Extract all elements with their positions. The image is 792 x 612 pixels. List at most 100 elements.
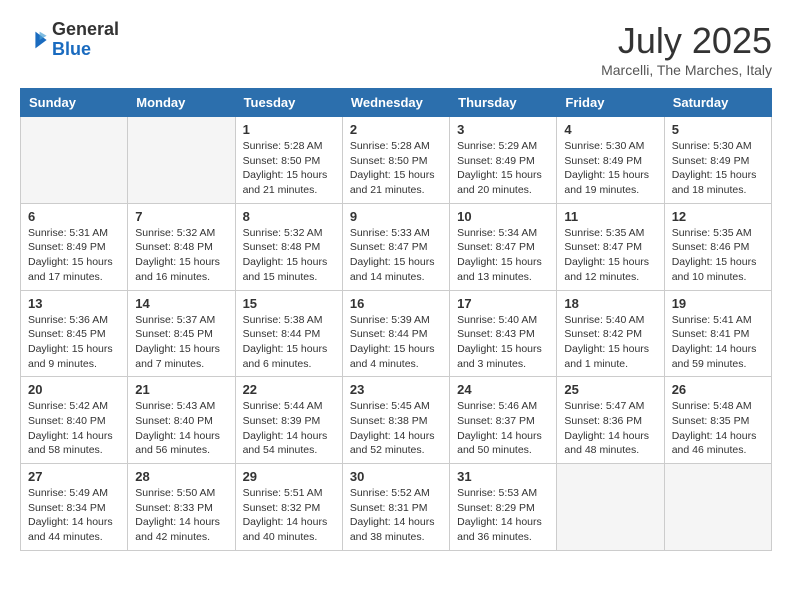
calendar-cell: 1 Sunrise: 5:28 AMSunset: 8:50 PMDaylight… [235, 117, 342, 204]
calendar-cell: 16 Sunrise: 5:39 AMSunset: 8:44 PMDayligh… [342, 290, 449, 377]
day-info: Sunrise: 5:40 AMSunset: 8:42 PMDaylight:… [564, 313, 656, 372]
calendar-cell [664, 464, 771, 551]
day-number: 5 [672, 122, 764, 137]
day-number: 25 [564, 382, 656, 397]
calendar-cell: 7Sunrise: 5:32 AMSunset: 8:48 PMDaylight… [128, 203, 235, 290]
day-info: Sunrise: 5:52 AMSunset: 8:31 PMDaylight:… [350, 486, 442, 545]
day-info: Sunrise: 5:49 AMSunset: 8:34 PMDaylight:… [28, 486, 120, 545]
day-number: 28 [135, 469, 227, 484]
day-info: Sunrise: 5:42 AMSunset: 8:40 PMDaylight:… [28, 399, 120, 458]
day-number: 6 [28, 209, 120, 224]
day-info: Sunrise: 5:31 AMSunset: 8:49 PMDaylight:… [28, 226, 120, 285]
calendar-cell: 13Sunrise: 5:36 AMSunset: 8:45 PMDayligh… [21, 290, 128, 377]
calendar-cell [557, 464, 664, 551]
calendar-cell: 23 Sunrise: 5:45 AMSunset: 8:38 PMDayligh… [342, 377, 449, 464]
day-number: 31 [457, 469, 549, 484]
day-number: 16 [350, 296, 442, 311]
calendar-cell: 4 Sunrise: 5:30 AMSunset: 8:49 PMDaylight… [557, 117, 664, 204]
calendar-cell: 28 Sunrise: 5:50 AMSunset: 8:33 PMDayligh… [128, 464, 235, 551]
day-number: 10 [457, 209, 549, 224]
weekday-header-row: SundayMondayTuesdayWednesdayThursdayFrid… [21, 89, 772, 117]
day-info: Sunrise: 5:39 AMSunset: 8:44 PMDaylight:… [350, 313, 442, 372]
calendar-cell: 25 Sunrise: 5:47 AMSunset: 8:36 PMDayligh… [557, 377, 664, 464]
day-info: Sunrise: 5:30 AMSunset: 8:49 PMDaylight:… [564, 139, 656, 198]
title-block: July 2025 Marcelli, The Marches, Italy [601, 20, 772, 78]
weekday-header: Monday [128, 89, 235, 117]
calendar-cell: 19 Sunrise: 5:41 AMSunset: 8:41 PMDayligh… [664, 290, 771, 377]
day-number: 20 [28, 382, 120, 397]
day-number: 30 [350, 469, 442, 484]
calendar-cell [21, 117, 128, 204]
calendar-week-row: 20 Sunrise: 5:42 AMSunset: 8:40 PMDayligh… [21, 377, 772, 464]
calendar-cell: 9 Sunrise: 5:33 AMSunset: 8:47 PMDaylight… [342, 203, 449, 290]
day-number: 9 [350, 209, 442, 224]
day-info: Sunrise: 5:45 AMSunset: 8:38 PMDaylight:… [350, 399, 442, 458]
day-info: Sunrise: 5:47 AMSunset: 8:36 PMDaylight:… [564, 399, 656, 458]
day-number: 27 [28, 469, 120, 484]
day-info: Sunrise: 5:50 AMSunset: 8:33 PMDaylight:… [135, 486, 227, 545]
calendar-cell: 15Sunrise: 5:38 AMSunset: 8:44 PMDayligh… [235, 290, 342, 377]
calendar-cell: 14 Sunrise: 5:37 AMSunset: 8:45 PMDayligh… [128, 290, 235, 377]
calendar-cell: 17 Sunrise: 5:40 AMSunset: 8:43 PMDayligh… [450, 290, 557, 377]
day-number: 19 [672, 296, 764, 311]
calendar-week-row: 13Sunrise: 5:36 AMSunset: 8:45 PMDayligh… [21, 290, 772, 377]
calendar-cell: 20 Sunrise: 5:42 AMSunset: 8:40 PMDayligh… [21, 377, 128, 464]
day-info: Sunrise: 5:53 AMSunset: 8:29 PMDaylight:… [457, 486, 549, 545]
day-number: 26 [672, 382, 764, 397]
calendar-cell: 12Sunrise: 5:35 AMSunset: 8:46 PMDayligh… [664, 203, 771, 290]
day-number: 4 [564, 122, 656, 137]
logo-text: General Blue [52, 20, 119, 60]
day-info: Sunrise: 5:30 AMSunset: 8:49 PMDaylight:… [672, 139, 764, 198]
day-info: Sunrise: 5:29 AMSunset: 8:49 PMDaylight:… [457, 139, 549, 198]
day-number: 11 [564, 209, 656, 224]
day-number: 12 [672, 209, 764, 224]
day-number: 29 [243, 469, 335, 484]
day-number: 3 [457, 122, 549, 137]
day-number: 14 [135, 296, 227, 311]
logo: General Blue [20, 20, 119, 60]
day-info: Sunrise: 5:36 AMSunset: 8:45 PMDaylight:… [28, 313, 120, 372]
weekday-header: Sunday [21, 89, 128, 117]
day-info: Sunrise: 5:40 AMSunset: 8:43 PMDaylight:… [457, 313, 549, 372]
day-info: Sunrise: 5:48 AMSunset: 8:35 PMDaylight:… [672, 399, 764, 458]
day-number: 2 [350, 122, 442, 137]
weekday-header: Wednesday [342, 89, 449, 117]
day-info: Sunrise: 5:37 AMSunset: 8:45 PMDaylight:… [135, 313, 227, 372]
day-number: 22 [243, 382, 335, 397]
day-info: Sunrise: 5:41 AMSunset: 8:41 PMDaylight:… [672, 313, 764, 372]
calendar-cell: 27 Sunrise: 5:49 AMSunset: 8:34 PMDayligh… [21, 464, 128, 551]
day-info: Sunrise: 5:32 AMSunset: 8:48 PMDaylight:… [243, 226, 335, 285]
calendar-cell: 10Sunrise: 5:34 AMSunset: 8:47 PMDayligh… [450, 203, 557, 290]
calendar-cell: 2 Sunrise: 5:28 AMSunset: 8:50 PMDaylight… [342, 117, 449, 204]
day-number: 17 [457, 296, 549, 311]
day-info: Sunrise: 5:28 AMSunset: 8:50 PMDaylight:… [243, 139, 335, 198]
day-info: Sunrise: 5:32 AMSunset: 8:48 PMDaylight:… [135, 226, 227, 285]
day-number: 21 [135, 382, 227, 397]
day-info: Sunrise: 5:51 AMSunset: 8:32 PMDaylight:… [243, 486, 335, 545]
day-number: 8 [243, 209, 335, 224]
day-number: 24 [457, 382, 549, 397]
calendar-cell: 3 Sunrise: 5:29 AMSunset: 8:49 PMDaylight… [450, 117, 557, 204]
day-info: Sunrise: 5:44 AMSunset: 8:39 PMDaylight:… [243, 399, 335, 458]
calendar-week-row: 27 Sunrise: 5:49 AMSunset: 8:34 PMDayligh… [21, 464, 772, 551]
calendar-cell: 26 Sunrise: 5:48 AMSunset: 8:35 PMDayligh… [664, 377, 771, 464]
weekday-header: Saturday [664, 89, 771, 117]
calendar-cell: 29 Sunrise: 5:51 AMSunset: 8:32 PMDayligh… [235, 464, 342, 551]
day-info: Sunrise: 5:38 AMSunset: 8:44 PMDaylight:… [243, 313, 335, 372]
calendar-cell: 5 Sunrise: 5:30 AMSunset: 8:49 PMDaylight… [664, 117, 771, 204]
day-info: Sunrise: 5:28 AMSunset: 8:50 PMDaylight:… [350, 139, 442, 198]
day-info: Sunrise: 5:33 AMSunset: 8:47 PMDaylight:… [350, 226, 442, 285]
calendar-cell: 30 Sunrise: 5:52 AMSunset: 8:31 PMDayligh… [342, 464, 449, 551]
logo-icon [20, 26, 48, 54]
weekday-header: Tuesday [235, 89, 342, 117]
day-number: 23 [350, 382, 442, 397]
day-info: Sunrise: 5:46 AMSunset: 8:37 PMDaylight:… [457, 399, 549, 458]
calendar-table: SundayMondayTuesdayWednesdayThursdayFrid… [20, 88, 772, 551]
calendar-week-row: 1 Sunrise: 5:28 AMSunset: 8:50 PMDaylight… [21, 117, 772, 204]
day-number: 18 [564, 296, 656, 311]
location: Marcelli, The Marches, Italy [601, 62, 772, 78]
day-number: 1 [243, 122, 335, 137]
calendar-cell: 24 Sunrise: 5:46 AMSunset: 8:37 PMDayligh… [450, 377, 557, 464]
calendar-cell: 11Sunrise: 5:35 AMSunset: 8:47 PMDayligh… [557, 203, 664, 290]
calendar-week-row: 6 Sunrise: 5:31 AMSunset: 8:49 PMDaylight… [21, 203, 772, 290]
